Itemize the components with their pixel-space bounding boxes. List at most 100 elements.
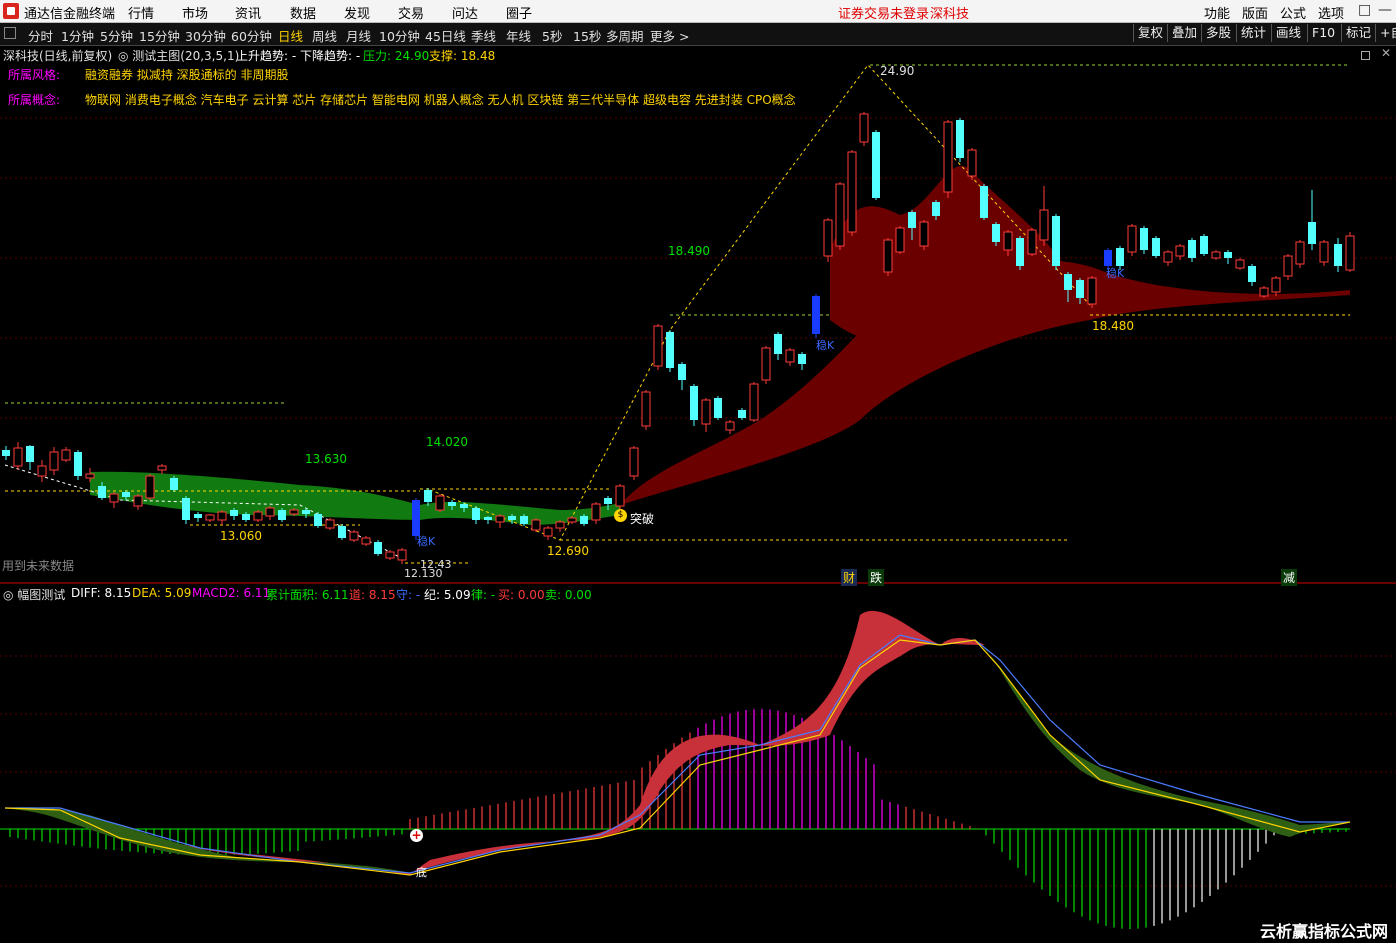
candle-up [531, 519, 541, 531]
candle-down [1116, 248, 1124, 266]
watermark: 云析赢指标公式网 [1259, 922, 1388, 941]
close-panel-icon[interactable]: ✕ [1381, 46, 1391, 60]
candle-up [615, 485, 625, 507]
candle-down [1308, 222, 1316, 244]
candle-down [1188, 240, 1196, 258]
candle-down [1016, 238, 1024, 266]
candle-up [653, 325, 663, 367]
bottom-mark: 底 [416, 866, 427, 879]
candle-down [1152, 238, 1160, 256]
candle-down [1076, 280, 1084, 298]
dao-value: 道: 8.15 [349, 588, 396, 602]
macd-panel [0, 610, 1351, 929]
money-bag-icon: $ [614, 509, 627, 522]
tag-jian[interactable]: 减 [1281, 569, 1298, 586]
candle-up [591, 503, 601, 521]
lv-value: 律: - [471, 588, 496, 602]
candle-down [1334, 244, 1342, 266]
sub-chart-title[interactable]: ◎ 幅图测试 [3, 586, 65, 603]
tag-die[interactable]: 跌 [868, 569, 885, 586]
concept-label: 所属概念: [8, 93, 61, 107]
style-value: 融资融券 拟减持 深股通标的 非周期股 [85, 68, 289, 82]
candle-up [361, 537, 371, 545]
shou-value: 守: - [396, 588, 421, 602]
candle-up [847, 151, 857, 233]
macd-red-area [5, 610, 985, 875]
wenk-signal-1: 稳K [417, 535, 436, 548]
candle-up [349, 531, 359, 541]
uptrend-label: 上升趋势: - [236, 49, 297, 63]
candle-up [495, 515, 505, 523]
candle-down [242, 514, 250, 520]
candle-down [338, 526, 346, 538]
candle-up [785, 349, 795, 363]
candle-up [133, 495, 143, 507]
candle-up [435, 495, 445, 511]
label-18.480: 18.480 [1092, 319, 1134, 333]
stock-chart[interactable] [0, 0, 1396, 943]
wenk-signal-2: 稳K [816, 339, 835, 352]
candle-down [278, 510, 286, 520]
candle-down [374, 542, 382, 554]
candle-down [74, 452, 82, 476]
buy-value: 买: 0.00 [498, 588, 545, 602]
candle-down [230, 510, 238, 516]
candle-down [956, 120, 964, 158]
candle-down [448, 502, 456, 506]
candle-up [641, 391, 651, 427]
candle-up [823, 219, 833, 257]
candle-up [567, 517, 577, 523]
trend-bands [90, 165, 1350, 525]
buy-plus-icon: + [410, 828, 423, 842]
candle-signal [412, 500, 420, 536]
candle-down [1140, 228, 1148, 250]
candle-signal [812, 296, 820, 334]
macd-green-area-2 [975, 640, 1350, 837]
candle-up [725, 421, 735, 431]
candle-down [1052, 216, 1060, 266]
candle-up [1003, 231, 1013, 251]
candle-up [61, 449, 71, 461]
candle-up [109, 493, 119, 503]
candle-down [182, 498, 190, 520]
label-18.490: 18.490 [668, 244, 710, 258]
candle-up [1319, 241, 1329, 263]
candle-up [1211, 251, 1221, 259]
label-12.130: 12.130 [404, 567, 443, 580]
candle-up [397, 549, 407, 561]
candle-up [1259, 287, 1269, 297]
support-label: 支撑: 18.48 [429, 49, 496, 63]
candle-down [302, 510, 310, 514]
ji-value: 纪: 5.09 [424, 588, 471, 602]
label-13.630: 13.630 [305, 452, 347, 466]
candle-up [883, 239, 893, 273]
candle-up [859, 113, 869, 143]
candle-up [1027, 229, 1037, 255]
candle-up [157, 465, 167, 471]
candle-down [714, 398, 722, 418]
candle-down [932, 202, 940, 216]
candle-up [325, 519, 335, 529]
candle-down [98, 486, 106, 498]
candle-down [170, 478, 178, 490]
candle-down [314, 514, 322, 526]
maximize-panel-icon[interactable] [1361, 51, 1370, 60]
candle-down [1064, 274, 1072, 290]
candle-up [1127, 225, 1137, 253]
candle-down [508, 516, 516, 520]
formula-name[interactable]: ◎ 测试主图(20,3,5,1) [118, 47, 239, 64]
candle-up [1235, 259, 1245, 269]
candle-up [749, 383, 759, 421]
candle-up [205, 514, 215, 521]
diff-value: DIFF: 8.15 [71, 586, 132, 600]
candle-up [919, 221, 929, 247]
candle-signal [1104, 250, 1112, 266]
candle-up [967, 149, 977, 177]
candle-down [798, 354, 806, 364]
candle-down [604, 498, 612, 504]
candle-down [690, 386, 698, 420]
macd2-value: MACD2: 6.11 [192, 586, 271, 600]
tag-cai[interactable]: 财 [841, 569, 858, 586]
candle-up [1345, 235, 1355, 271]
candle-up [543, 527, 553, 537]
